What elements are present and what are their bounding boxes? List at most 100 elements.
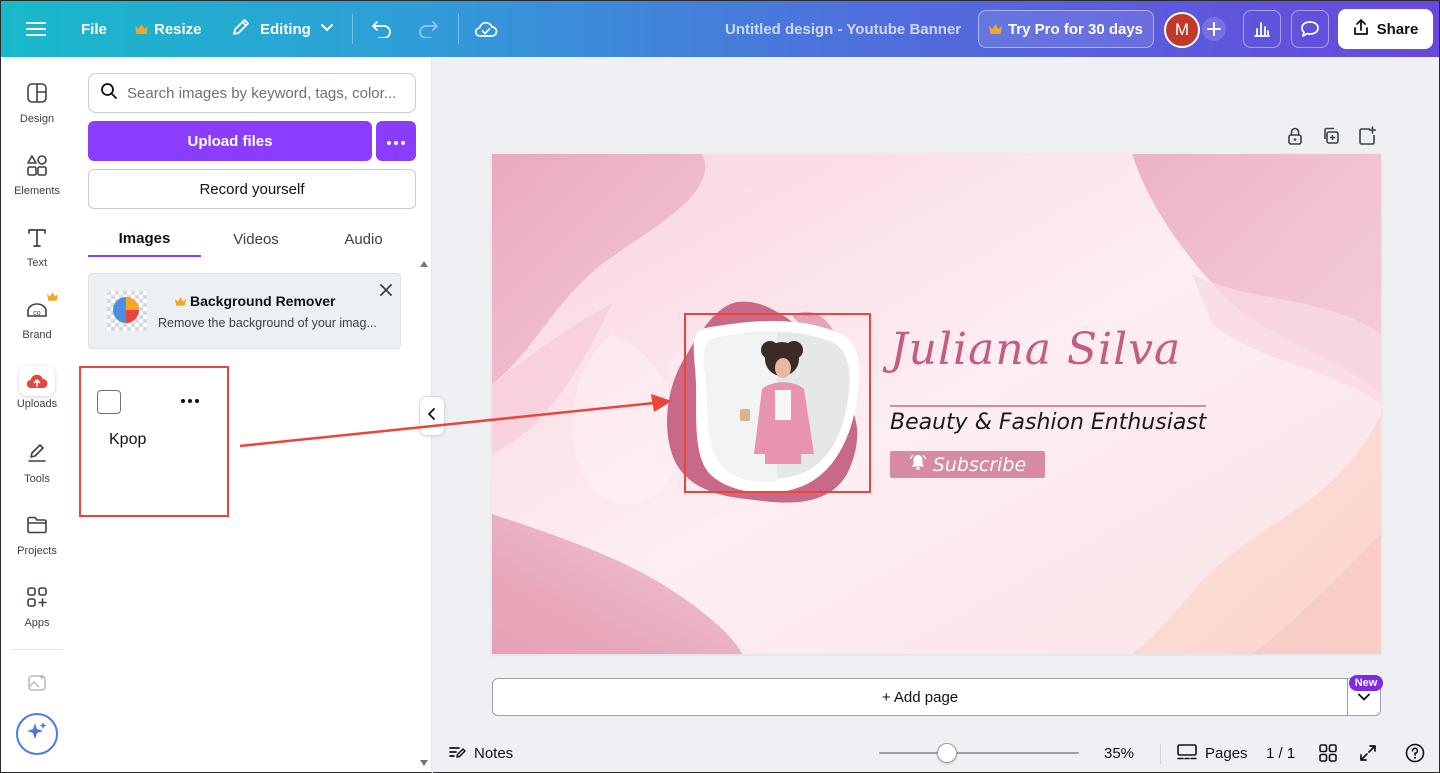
design-tagline-text[interactable]: Beauty & Fashion Enthusiast <box>890 410 1206 435</box>
add-page-button[interactable]: + Add page <box>492 678 1348 716</box>
sidebar-item-apps[interactable]: Apps <box>1 577 73 645</box>
background-remover-label: Background Remover <box>190 293 336 309</box>
magic-media-icon[interactable] <box>27 673 47 698</box>
design-subscribe-badge[interactable]: Subscribe <box>890 451 1045 478</box>
chevron-left-icon <box>427 407 436 425</box>
sidebar-item-uploads[interactable]: Uploads <box>1 361 73 429</box>
zoom-slider-track[interactable] <box>879 752 1079 754</box>
hamburger-menu-icon[interactable] <box>26 1 46 57</box>
file-menu[interactable]: File <box>81 1 107 57</box>
scroll-up-arrow-icon[interactable] <box>420 261 428 267</box>
background-remover-promo[interactable]: Background Remover Remove the background… <box>88 273 401 349</box>
background-remover-title: Background Remover <box>175 293 335 309</box>
design-page[interactable]: Juliana Silva Beauty & Fashion Enthusias… <box>492 154 1381 654</box>
folder-name: Kpop <box>109 431 147 448</box>
sidebar-item-design[interactable]: Design <box>1 73 73 141</box>
share-label: Share <box>1376 20 1419 38</box>
folder-icon <box>26 514 48 539</box>
zoom-slider-thumb[interactable] <box>937 743 957 763</box>
insights-chart-icon[interactable] <box>1243 10 1281 48</box>
undo-icon[interactable] <box>371 1 393 57</box>
search-box[interactable] <box>88 73 416 113</box>
notes-icon <box>448 744 466 764</box>
tab-audio[interactable]: Audio <box>311 221 416 257</box>
close-icon[interactable] <box>379 283 393 297</box>
tab-images[interactable]: Images <box>88 221 201 257</box>
sidebar-item-label: Apps <box>24 617 50 629</box>
duplicate-page-icon[interactable] <box>1322 126 1340 151</box>
resize-menu[interactable]: Resize <box>135 1 202 57</box>
brand-icon: co <box>25 292 58 323</box>
folder-card-kpop[interactable]: Kpop <box>79 366 229 517</box>
sidebar-item-label: Elements <box>14 185 60 197</box>
search-input[interactable] <box>127 84 397 102</box>
sidebar-item-label: Tools <box>24 473 50 485</box>
editing-label: Editing <box>260 20 311 38</box>
uploads-panel: Upload files Record yourself Images Vide… <box>72 57 432 773</box>
tab-videos[interactable]: Videos <box>201 221 311 257</box>
editing-mode-dropdown[interactable]: Editing <box>231 1 334 57</box>
more-dots-icon <box>387 132 405 150</box>
side-nav-rail: Design Elements Text co Brand Uploads To… <box>0 57 72 773</box>
svg-text:co: co <box>33 310 41 317</box>
scroll-down-arrow-icon[interactable] <box>420 760 428 766</box>
bottom-bar: Notes 35% Pages 1 / 1 <box>433 735 1439 772</box>
background-remover-thumbnail-icon <box>107 291 147 331</box>
toolbar-divider <box>352 14 353 44</box>
zoom-percentage[interactable]: 35% <box>1104 735 1134 772</box>
sidebar-item-brand[interactable]: co Brand <box>1 289 73 357</box>
add-collaborator-icon[interactable] <box>1202 17 1226 41</box>
new-badge: New <box>1349 675 1383 691</box>
media-tabs: Images Videos Audio <box>88 221 416 257</box>
fullscreen-icon[interactable] <box>1358 743 1378 763</box>
help-icon[interactable] <box>1405 743 1425 763</box>
design-name-text[interactable]: Juliana Silva <box>890 324 1181 375</box>
pages-button[interactable]: Pages <box>1177 735 1248 772</box>
user-avatar[interactable]: M <box>1164 12 1200 48</box>
collapse-panel-button[interactable] <box>419 396 445 436</box>
record-yourself-button[interactable]: Record yourself <box>88 169 416 209</box>
grid-view-icon[interactable] <box>1318 743 1338 763</box>
shapes-icon <box>26 154 48 179</box>
sidebar-item-label: Design <box>19 113 55 125</box>
sidebar-item-elements[interactable]: Elements <box>1 145 73 213</box>
resize-label: Resize <box>154 20 202 38</box>
folder-select-checkbox[interactable] <box>97 390 121 414</box>
top-bar: File Resize Editing Untitled design - Yo… <box>0 0 1440 57</box>
sidebar-item-label: Brand <box>22 329 52 341</box>
notes-button[interactable]: Notes <box>448 735 513 772</box>
sidebar-item-label: Projects <box>17 545 57 557</box>
try-pro-label: Try Pro for 30 days <box>1007 20 1144 38</box>
notes-label: Notes <box>474 745 514 762</box>
chevron-down-icon <box>320 20 334 38</box>
search-icon <box>100 82 118 105</box>
bell-icon <box>909 453 927 476</box>
share-button[interactable]: Share <box>1338 9 1433 49</box>
sidebar-item-projects[interactable]: Projects <box>1 505 73 573</box>
try-pro-button[interactable]: Try Pro for 30 days <box>978 10 1154 48</box>
upload-more-options-button[interactable] <box>376 121 416 161</box>
sidebar-item-tools[interactable]: Tools <box>1 433 73 501</box>
background-blobs <box>492 154 1381 654</box>
add-page-icon[interactable] <box>1358 126 1377 151</box>
background-remover-description: Remove the background of your imag... <box>158 316 377 330</box>
pen-tool-icon <box>26 442 48 467</box>
redo-icon[interactable] <box>417 1 439 57</box>
sidebar-item-text[interactable]: Text <box>1 217 73 285</box>
comment-icon[interactable] <box>1291 10 1329 48</box>
folder-more-icon[interactable] <box>179 394 201 408</box>
page-count: 1 / 1 <box>1266 745 1296 762</box>
upload-files-button[interactable]: Upload files <box>88 121 372 161</box>
cloud-saved-icon[interactable] <box>474 1 498 57</box>
design-divider-line <box>890 405 1206 407</box>
design-title[interactable]: Untitled design - Youtube Banner <box>725 1 961 57</box>
crown-icon <box>988 21 1002 38</box>
upload-share-icon <box>1353 18 1369 40</box>
sidebar-item-label: Uploads <box>16 398 58 410</box>
lock-icon[interactable] <box>1286 126 1304 151</box>
crown-icon <box>135 21 148 38</box>
apps-grid-icon <box>26 586 48 611</box>
sparkle-icon <box>26 721 48 748</box>
magic-sparkle-button[interactable] <box>16 713 58 755</box>
bottom-divider <box>1160 744 1161 764</box>
